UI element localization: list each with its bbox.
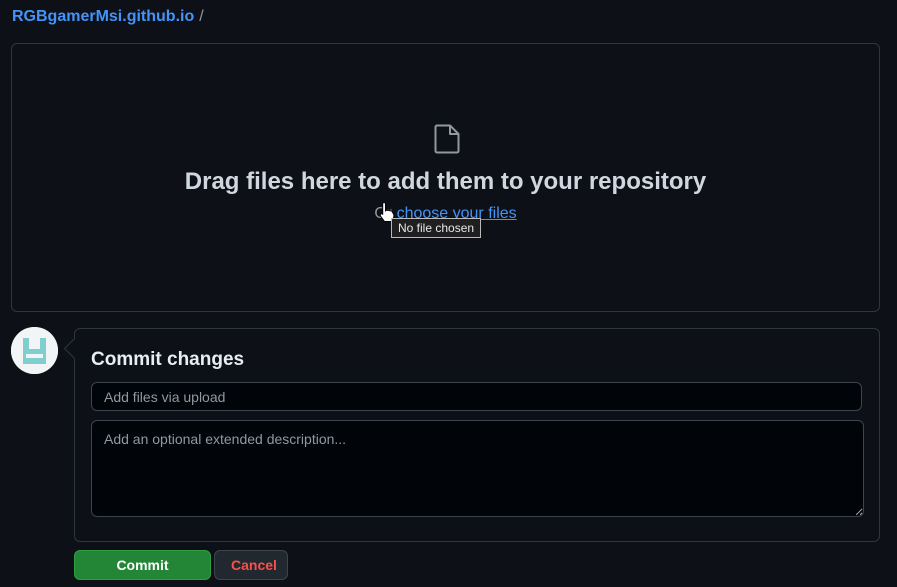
cancel-button[interactable]: Cancel (214, 550, 288, 580)
commit-form: Commit changes (63, 328, 880, 542)
commit-summary-input[interactable] (91, 382, 862, 411)
avatar[interactable] (11, 327, 58, 374)
drop-zone-title: Drag files here to add them to your repo… (184, 168, 707, 195)
file-input-tooltip: No file chosen (391, 218, 482, 238)
commit-changes-button[interactable]: Commit changes (74, 550, 211, 587)
commit-heading: Commit changes (91, 349, 245, 370)
breadcrumb-separator: / (199, 8, 204, 25)
file-icon (434, 124, 460, 154)
breadcrumb: RGBgamerMsi.github.io / (12, 6, 204, 28)
commit-box-pointer (63, 337, 86, 360)
file-drop-zone[interactable]: Drag files here to add them to your repo… (11, 43, 880, 312)
repo-link[interactable]: RGBgamerMsi.github.io (12, 8, 194, 25)
commit-description-textarea[interactable] (91, 420, 864, 517)
identicon-image (11, 327, 58, 374)
upload-page: RGBgamerMsi.github.io / Drag files here t… (0, 0, 897, 587)
